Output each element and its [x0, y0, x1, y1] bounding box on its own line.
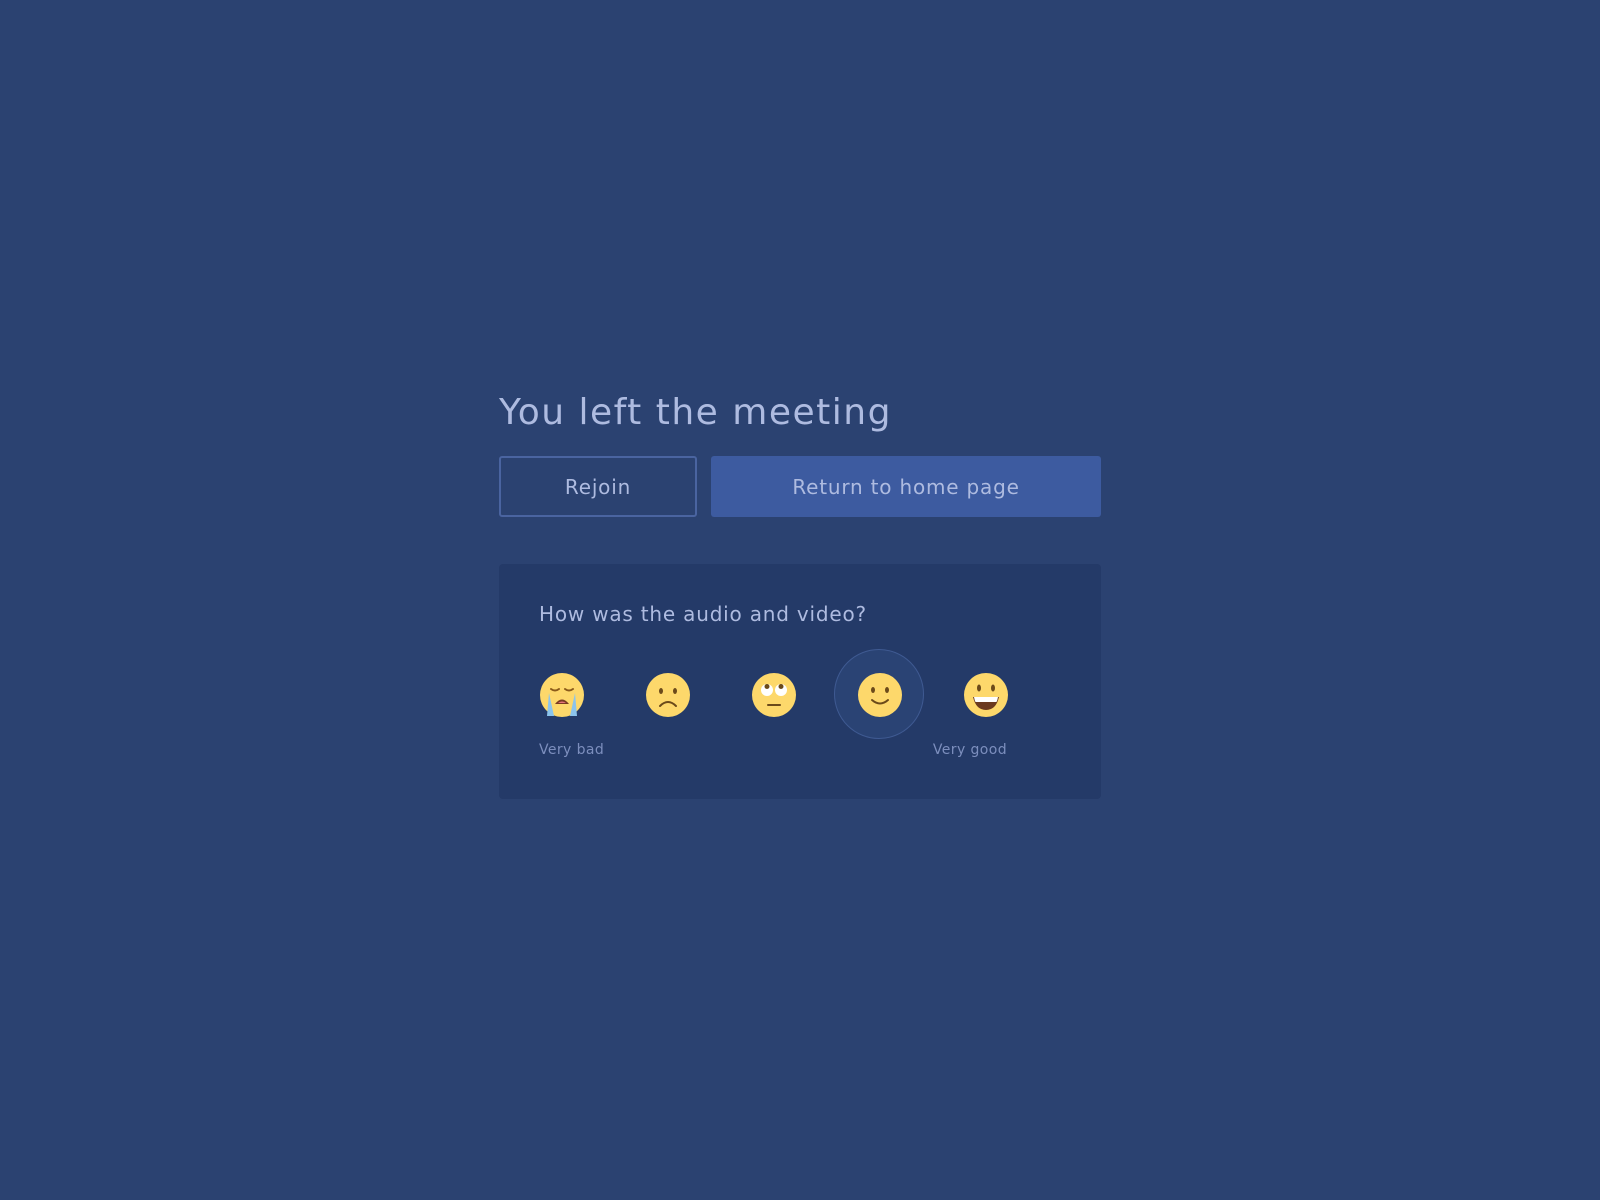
- frowning-face-icon: [646, 673, 690, 717]
- feedback-question: How was the audio and video?: [539, 602, 867, 626]
- action-buttons: Rejoin Return to home page: [499, 456, 1101, 517]
- rating-low-label: Very bad: [539, 742, 605, 758]
- rating-bad-button[interactable]: [645, 672, 691, 718]
- rating-very-bad-button[interactable]: [539, 672, 585, 718]
- eye-roll-face-icon: [752, 673, 796, 717]
- meeting-ended-panel: You left the meeting Rejoin Return to ho…: [499, 390, 1101, 799]
- crying-face-icon: [540, 673, 584, 717]
- grinning-face-icon: [964, 673, 1008, 717]
- page-title: You left the meeting: [499, 392, 892, 433]
- feedback-card: How was the audio and video? Very bad Ve…: [499, 564, 1101, 799]
- rating-high-label: Very good: [932, 742, 1007, 758]
- rating-options: [539, 649, 1009, 739]
- rating-very-good-button[interactable]: [963, 672, 1009, 718]
- rating-neutral-button[interactable]: [751, 672, 797, 718]
- return-home-button[interactable]: Return to home page: [711, 456, 1101, 517]
- rating-good-button[interactable]: [834, 649, 924, 739]
- slightly-smiling-face-icon: [858, 673, 902, 717]
- rejoin-button[interactable]: Rejoin: [499, 456, 697, 517]
